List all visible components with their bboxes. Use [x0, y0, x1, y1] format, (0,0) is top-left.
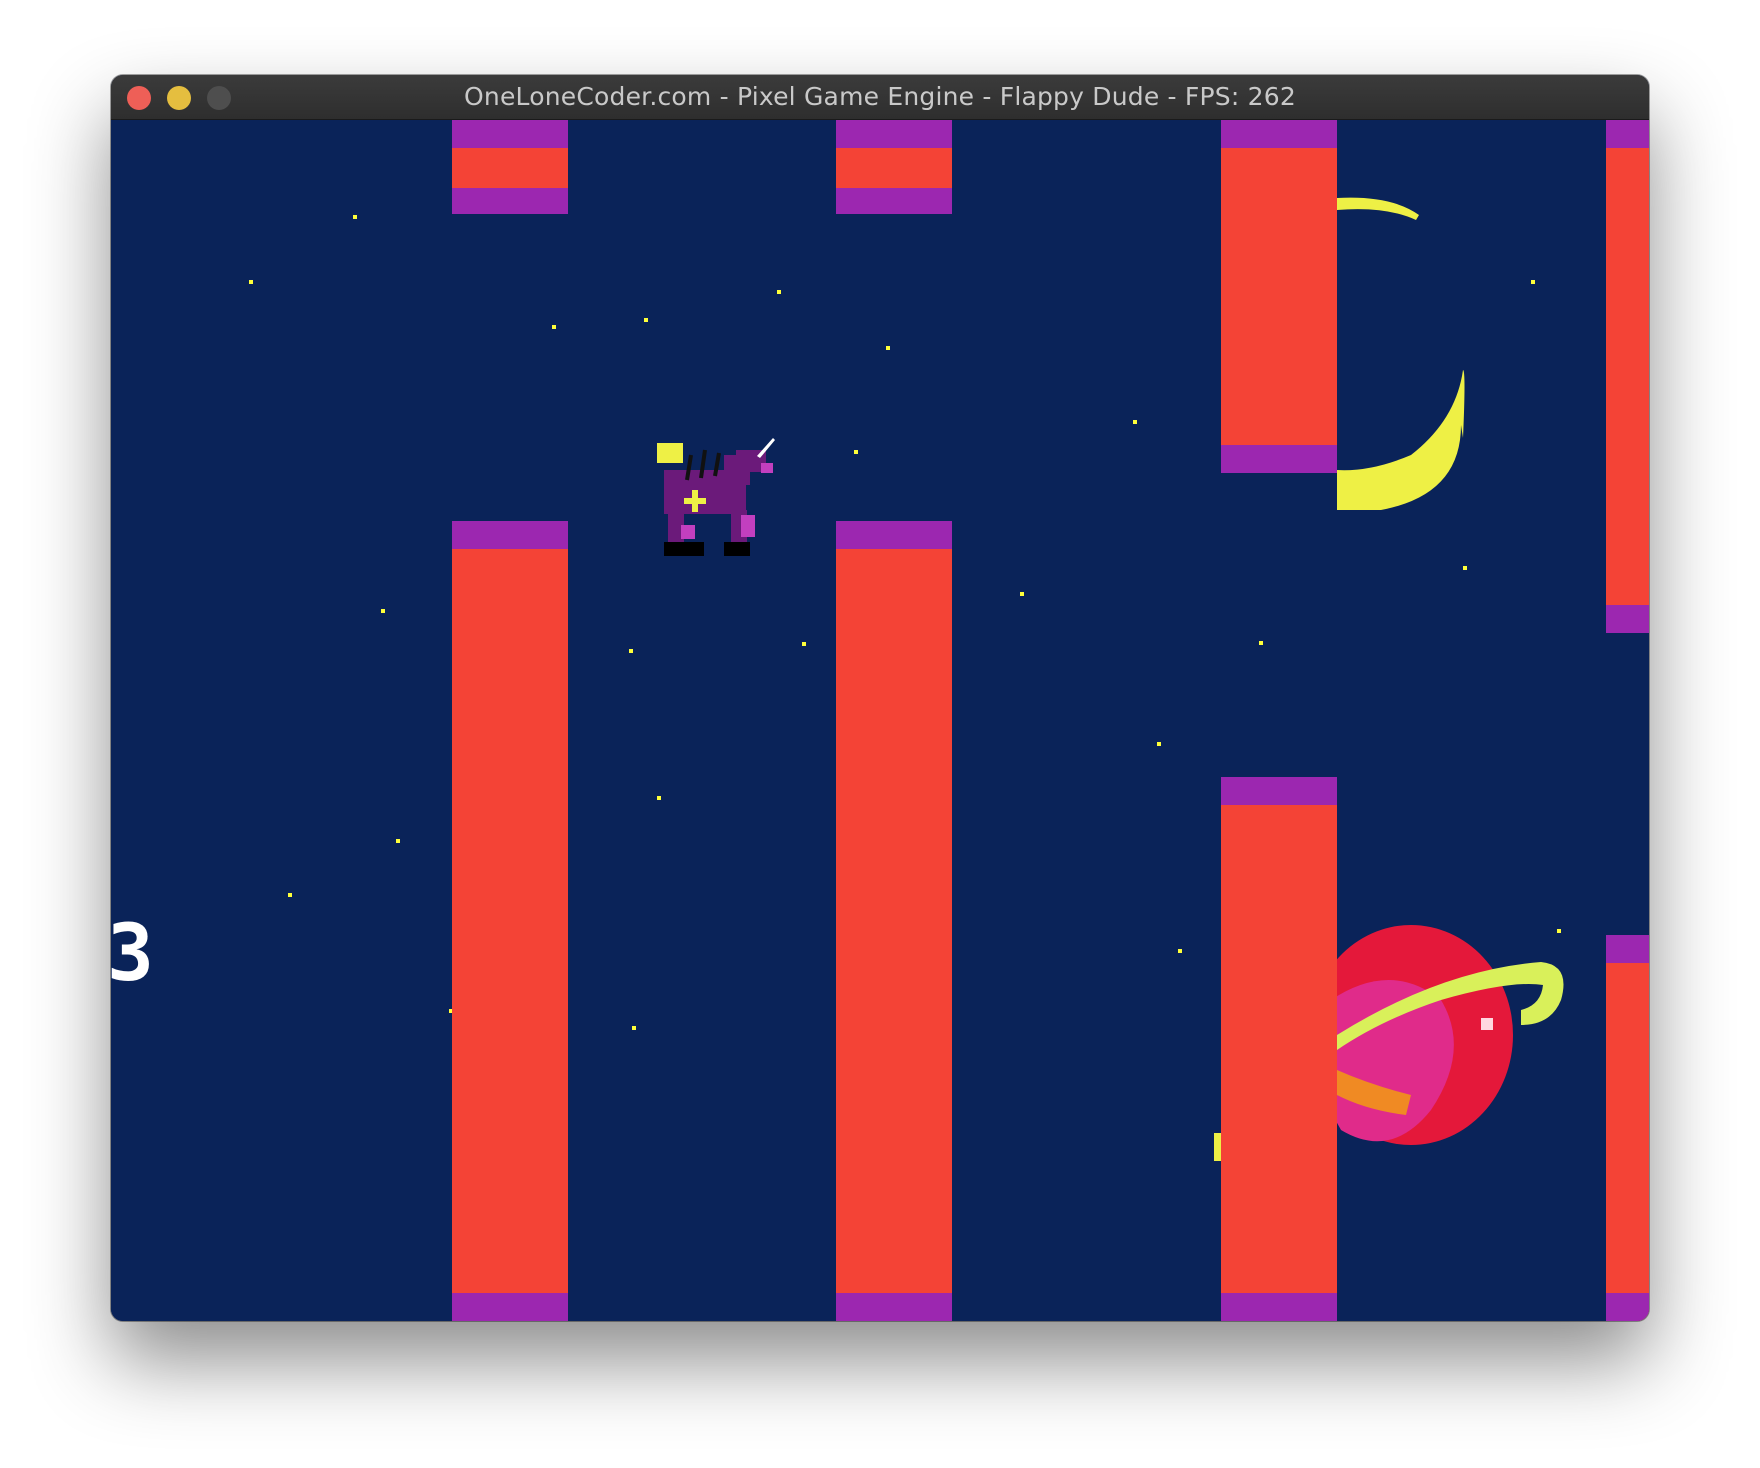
pipe-bottom-cap: [1221, 1293, 1337, 1321]
star: [1157, 742, 1161, 746]
planet-highlight: [1481, 1018, 1493, 1030]
unicorn-snout: [761, 463, 773, 473]
pipe-top-cap: [452, 188, 568, 214]
star: [1133, 420, 1137, 424]
star: [1463, 566, 1467, 570]
star: [396, 839, 400, 843]
pipe-bottom-cap: [836, 1293, 952, 1321]
unicorn-hoof: [664, 542, 704, 556]
game-window: OneLoneCoder.com - Pixel Game Engine - F…: [111, 75, 1649, 1321]
window-title: OneLoneCoder.com - Pixel Game Engine - F…: [464, 82, 1296, 111]
star: [802, 642, 806, 646]
star: [552, 325, 556, 329]
star: [249, 280, 253, 284]
pipe-top-cap: [1606, 120, 1649, 148]
pipe-bottom-cap: [452, 521, 568, 549]
pipes: [452, 120, 1649, 1321]
star: [1178, 949, 1182, 953]
game-canvas[interactable]: 3: [111, 120, 1649, 1321]
moon-crescent: [1337, 370, 1465, 510]
star: [657, 796, 661, 800]
game-scene: [249, 120, 1649, 1321]
pipe-top-cap: [1221, 120, 1337, 148]
unicorn-leg-highlight: [741, 515, 755, 537]
star: [1020, 592, 1024, 596]
pipe-top-cap: [836, 120, 952, 148]
unicorn-sprite: [657, 438, 775, 556]
pipe-top-cap: [452, 120, 568, 148]
ringed-planet: [1309, 925, 1564, 1145]
pipe-bottom-cap: [1221, 777, 1337, 805]
pipe-bottom-body: [1606, 935, 1649, 1321]
unicorn-hoof: [724, 542, 750, 556]
crescent-moon: [1337, 197, 1465, 510]
pipe-bottom-body: [836, 521, 952, 1321]
star: [288, 893, 292, 897]
score-counter: 3: [111, 909, 154, 999]
star: [644, 318, 648, 322]
unicorn-tail: [657, 443, 683, 463]
star: [1531, 280, 1535, 284]
title-bar[interactable]: OneLoneCoder.com - Pixel Game Engine - F…: [111, 75, 1649, 120]
pipe-bottom-cap: [836, 521, 952, 549]
star: [886, 346, 890, 350]
star: [854, 450, 858, 454]
star: [1557, 929, 1561, 933]
star: [629, 649, 633, 653]
pipe-top-cap: [1221, 445, 1337, 473]
star: [353, 215, 357, 219]
moon-fragment: [1214, 1133, 1221, 1161]
unicorn-leg-highlight: [681, 525, 695, 539]
pipe-bottom-cap: [1606, 1293, 1649, 1321]
unicorn-star-mark: [692, 490, 698, 512]
star: [381, 609, 385, 613]
pipe-top-body: [1606, 120, 1649, 633]
star: [1259, 641, 1263, 645]
pipe-bottom-body: [452, 521, 568, 1321]
star: [777, 290, 781, 294]
pipe-bottom-cap: [1606, 935, 1649, 963]
pipe-bottom-body: [1221, 777, 1337, 1321]
pipe-top-body: [1221, 120, 1337, 473]
pipe-top-cap: [1606, 605, 1649, 633]
star: [632, 1026, 636, 1030]
moon-tip: [1337, 197, 1419, 220]
pipe-top-cap: [836, 188, 952, 214]
pipe-bottom-cap: [452, 1293, 568, 1321]
